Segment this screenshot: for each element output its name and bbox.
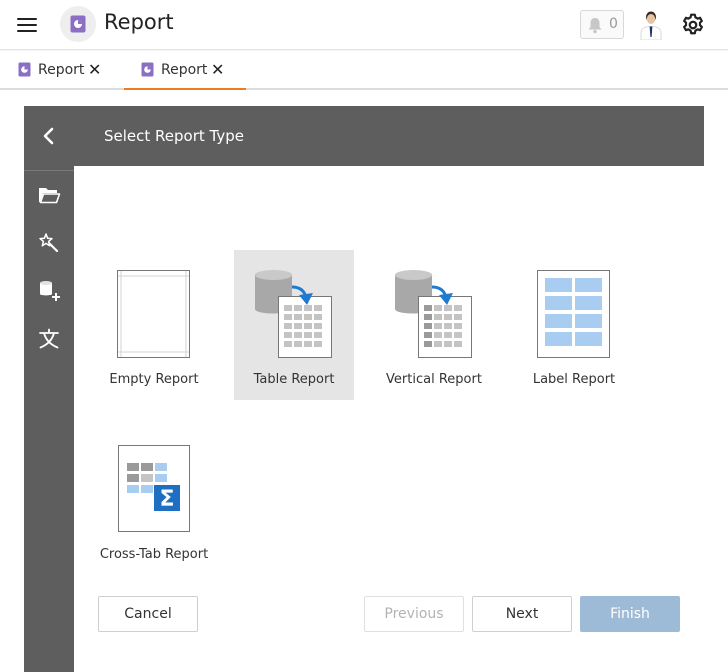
report-app-icon [60,6,96,42]
app-title: Report [104,10,174,34]
report-type-empty[interactable]: Empty Report [94,250,214,400]
document-tab-bar: Report ✕ Report ✕ [0,51,728,90]
previous-button[interactable]: Previous [364,596,464,632]
chevron-left-icon [43,127,54,145]
app-bar: Report 0 [0,0,728,50]
menu-icon[interactable] [14,14,40,36]
rail-divider [24,170,74,171]
report-type-table[interactable]: Table Report [234,250,354,400]
back-button[interactable] [24,106,74,166]
report-type-label[interactable]: Label Report [514,250,634,400]
wizard-header: Select Report Type [24,106,704,166]
magic-wand-icon [39,233,59,253]
report-tab-icon [18,62,31,77]
cross-tab-report-icon: Σ [118,445,190,532]
table-report-icon [255,270,332,358]
tile-label: Empty Report [109,372,199,387]
report-wizard-button[interactable] [33,227,65,259]
tab-label: Report [38,62,85,78]
finish-button[interactable]: Finish [580,596,680,632]
tile-label: Table Report [253,372,335,387]
report-type-cross-tab[interactable]: Σ Cross-Tab Report [94,425,214,575]
tab-label: Report [161,62,208,78]
wizard-title: Select Report Type [104,127,244,145]
add-datasource-icon [40,281,60,301]
tab-report-2[interactable]: Report ✕ [124,51,246,90]
report-tab-icon [141,62,154,77]
vertical-report-icon [395,270,472,358]
active-tab-indicator [124,88,246,90]
tile-label: Cross-Tab Report [99,547,209,562]
close-tab-icon[interactable]: ✕ [88,60,101,79]
tab-report-1[interactable]: Report ✕ [18,51,108,90]
label-report-icon [537,270,610,358]
cancel-button[interactable]: Cancel [98,596,198,632]
settings-gear-icon[interactable] [680,12,706,38]
localization-button[interactable] [33,323,65,355]
open-report-button[interactable] [33,179,65,211]
tile-label: Vertical Report [386,372,482,387]
add-data-source-button[interactable] [33,274,65,306]
notification-count: 0 [609,16,618,32]
folder-open-icon [39,188,61,204]
wizard-side-rail [24,166,74,672]
next-button[interactable]: Next [472,596,572,632]
empty-report-icon [117,270,190,358]
close-tab-icon[interactable]: ✕ [211,60,224,79]
bell-icon [588,18,602,34]
tile-label: Label Report [532,372,616,387]
notifications-button[interactable]: 0 [580,10,624,39]
report-type-vertical[interactable]: Vertical Report [374,250,494,400]
svg-text:Σ: Σ [159,487,174,512]
localization-icon [39,328,59,349]
user-avatar[interactable] [638,10,664,41]
